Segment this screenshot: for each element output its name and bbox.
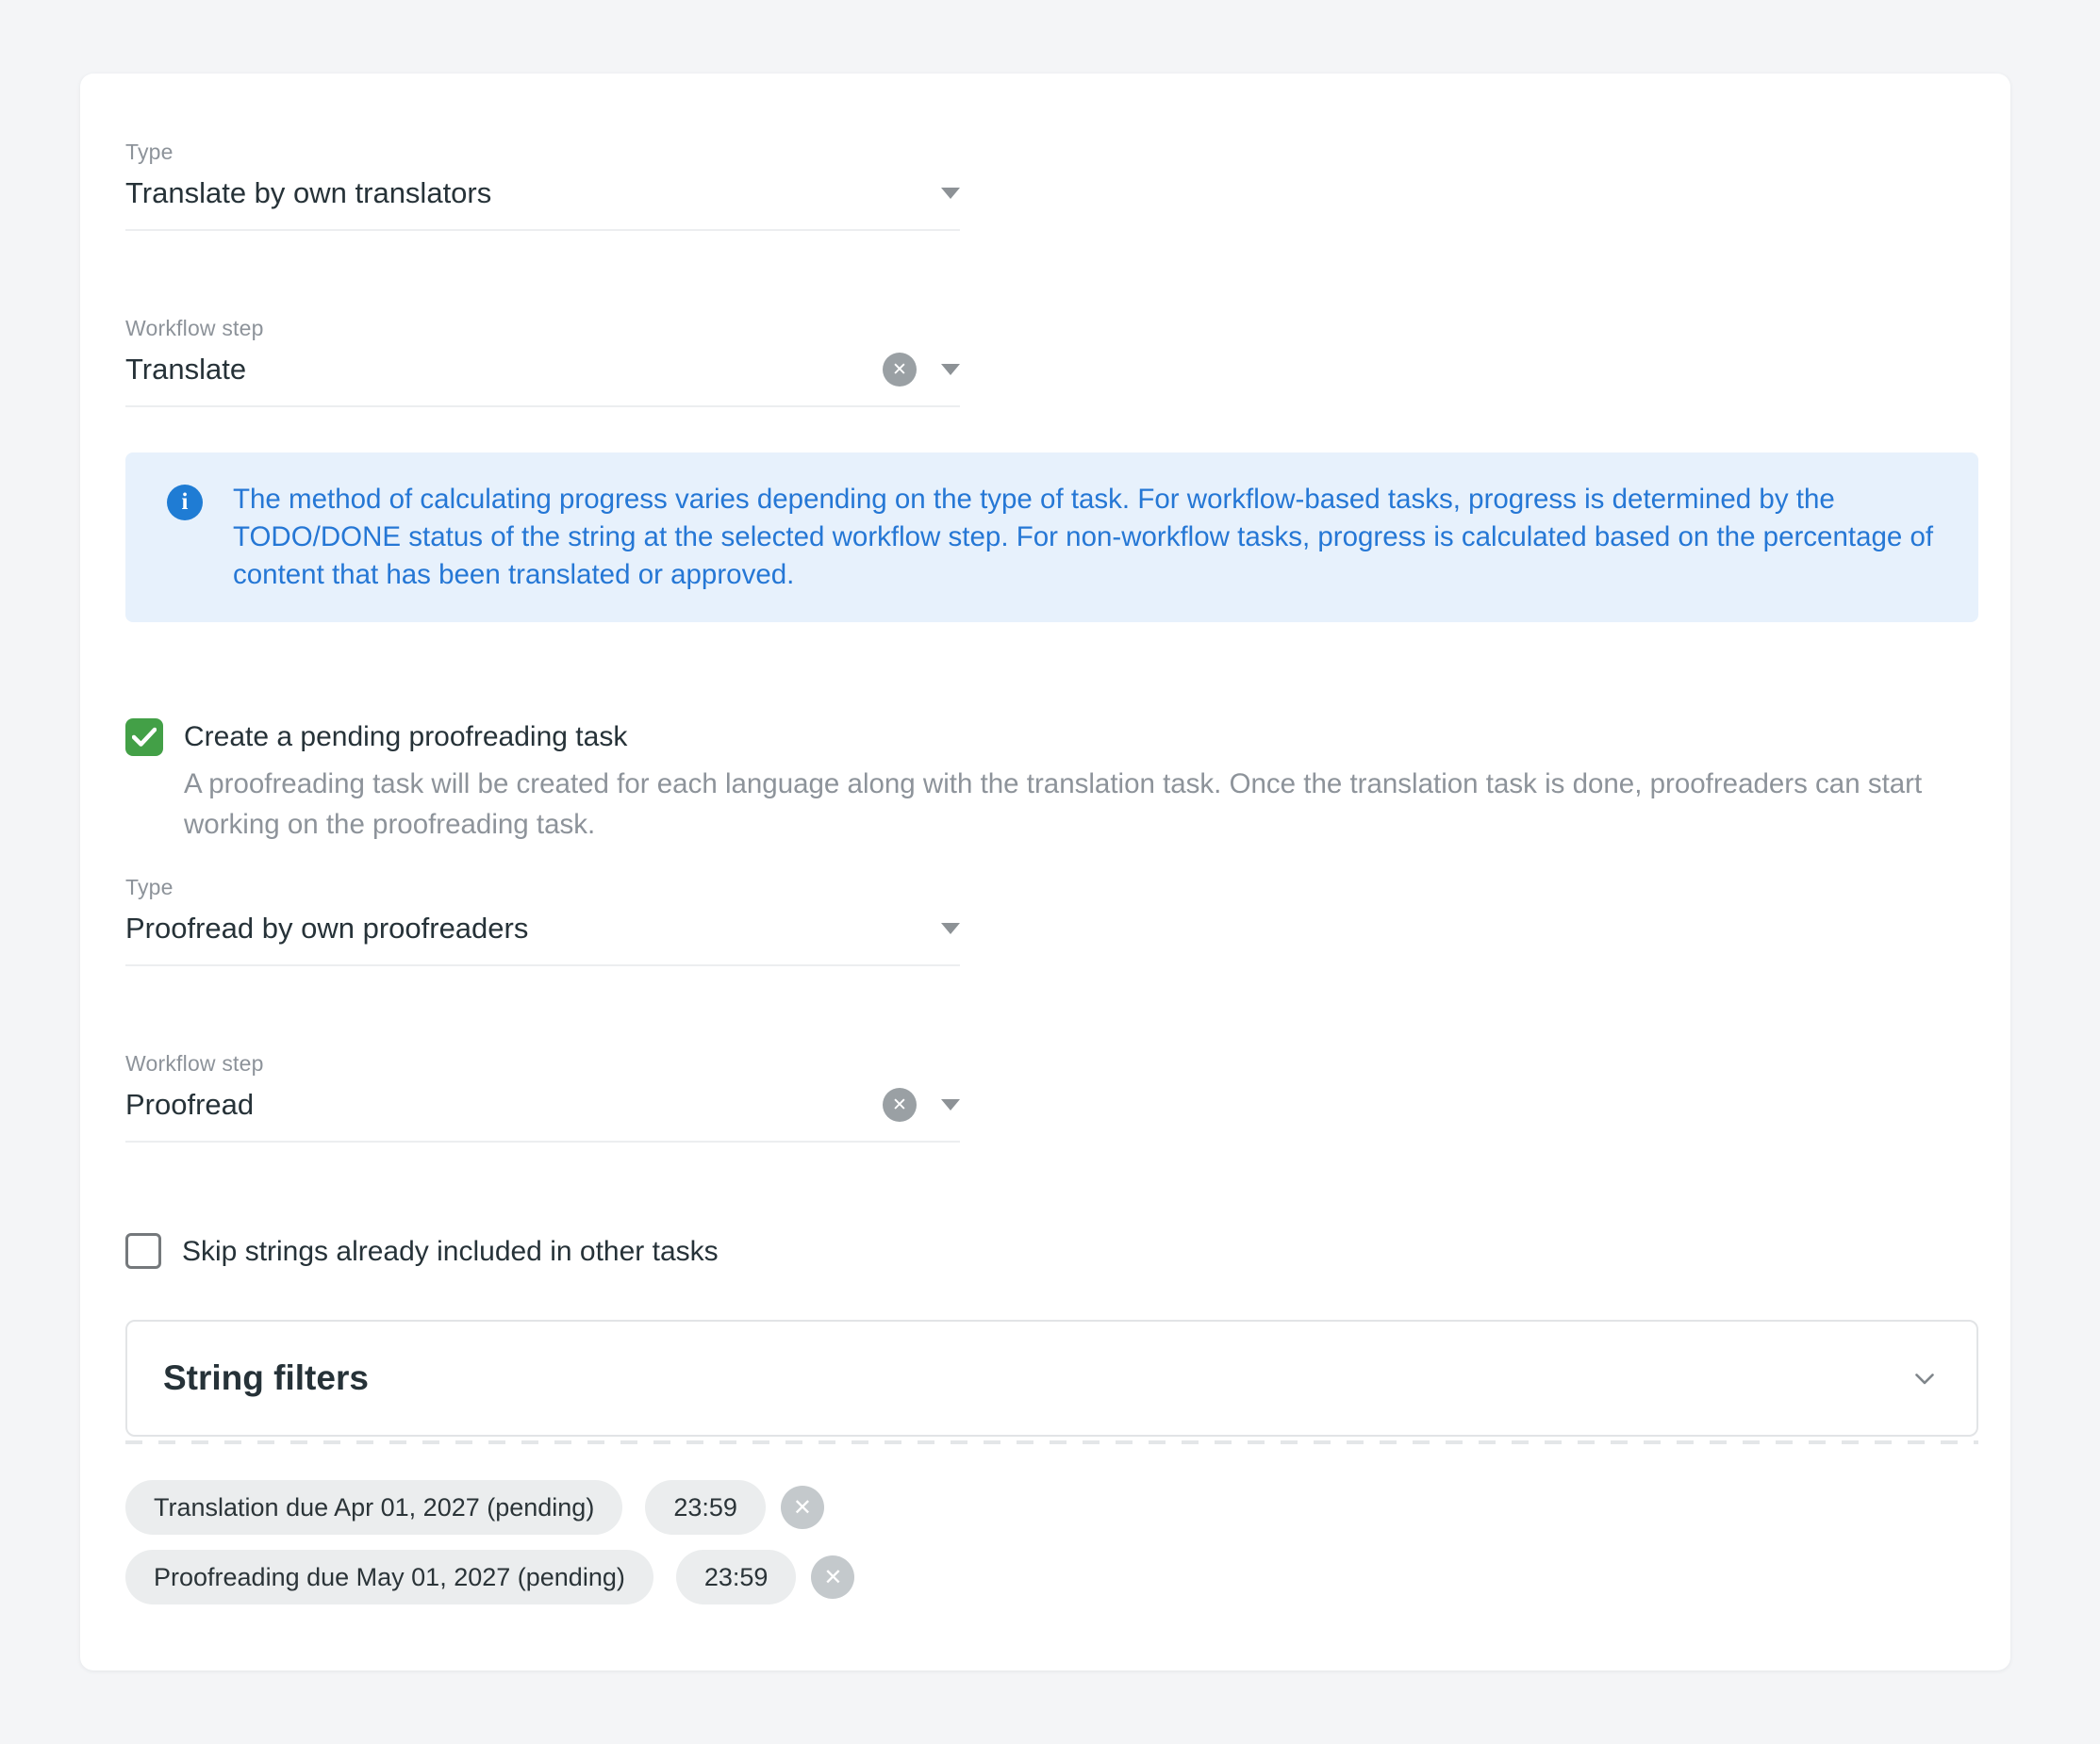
deadline-chips: Translation due Apr 01, 2027 (pending) 2… <box>125 1480 1965 1604</box>
translation-type-field: Type Translate by own translators <box>125 140 960 231</box>
chevron-down-icon <box>941 1099 960 1111</box>
progress-info-note: i The method of calculating progress var… <box>125 452 1978 622</box>
proofreading-deadline-time-chip[interactable]: 23:59 <box>676 1550 797 1604</box>
create-task-form-card: Type Translate by own translators Workfl… <box>80 74 2010 1670</box>
proofreading-checkbox-block: Create a pending proofreading task A pro… <box>125 718 1965 845</box>
remove-deadline-icon[interactable]: ✕ <box>781 1486 824 1529</box>
translation-type-label: Type <box>125 140 960 165</box>
checkbox-checked-icon[interactable] <box>125 718 163 756</box>
skip-strings-checkbox-label: Skip strings already included in other t… <box>182 1233 719 1271</box>
proofreading-workflow-select[interactable]: Proofread ✕ <box>125 1088 960 1143</box>
string-filters-title: String filters <box>163 1358 1909 1398</box>
skip-strings-checkbox[interactable]: Skip strings already included in other t… <box>125 1233 1965 1271</box>
translation-deadline-time-chip[interactable]: 23:59 <box>645 1480 766 1535</box>
chevron-down-icon <box>1909 1362 1941 1394</box>
proofreading-checkbox-label: Create a pending proofreading task <box>184 718 627 756</box>
translation-type-select[interactable]: Translate by own translators <box>125 176 960 231</box>
proofreading-deadline-row: Proofreading due May 01, 2027 (pending) … <box>125 1550 1965 1604</box>
proofreading-type-value: Proofread by own proofreaders <box>125 912 917 946</box>
remove-deadline-icon[interactable]: ✕ <box>811 1555 854 1599</box>
chevron-down-icon <box>941 923 960 934</box>
clear-workflow-button[interactable]: ✕ <box>883 1088 917 1122</box>
translation-deadline-chip[interactable]: Translation due Apr 01, 2027 (pending) <box>125 1480 622 1535</box>
translation-workflow-field: Workflow step Translate ✕ <box>125 316 960 407</box>
progress-info-text: The method of calculating progress varie… <box>233 481 1941 594</box>
proofreading-type-label: Type <box>125 875 960 900</box>
chevron-down-icon <box>941 188 960 199</box>
proofreading-workflow-label: Workflow step <box>125 1051 960 1077</box>
proofreading-type-field: Type Proofread by own proofreaders <box>125 875 960 966</box>
translation-type-value: Translate by own translators <box>125 176 917 210</box>
proofreading-deadline-chip[interactable]: Proofreading due May 01, 2027 (pending) <box>125 1550 653 1604</box>
translation-workflow-label: Workflow step <box>125 316 960 341</box>
translation-workflow-value: Translate <box>125 353 883 387</box>
proofreading-workflow-value: Proofread <box>125 1088 883 1122</box>
string-filters-panel[interactable]: String filters <box>125 1320 1978 1437</box>
checkmark-icon <box>132 727 157 748</box>
chevron-down-icon <box>941 364 960 375</box>
proofreading-workflow-field: Workflow step Proofread ✕ <box>125 1051 960 1143</box>
dashed-divider <box>125 1440 1978 1444</box>
clear-workflow-button[interactable]: ✕ <box>883 353 917 387</box>
checkbox-unchecked-icon[interactable] <box>125 1233 161 1269</box>
translation-deadline-row: Translation due Apr 01, 2027 (pending) 2… <box>125 1480 1965 1535</box>
translation-workflow-select[interactable]: Translate ✕ <box>125 353 960 407</box>
proofreading-type-select[interactable]: Proofread by own proofreaders <box>125 912 960 966</box>
info-icon: i <box>167 485 203 520</box>
proofreading-checkbox-description: A proofreading task will be created for … <box>184 764 1924 845</box>
create-proofreading-task-checkbox[interactable]: Create a pending proofreading task <box>125 718 1965 756</box>
